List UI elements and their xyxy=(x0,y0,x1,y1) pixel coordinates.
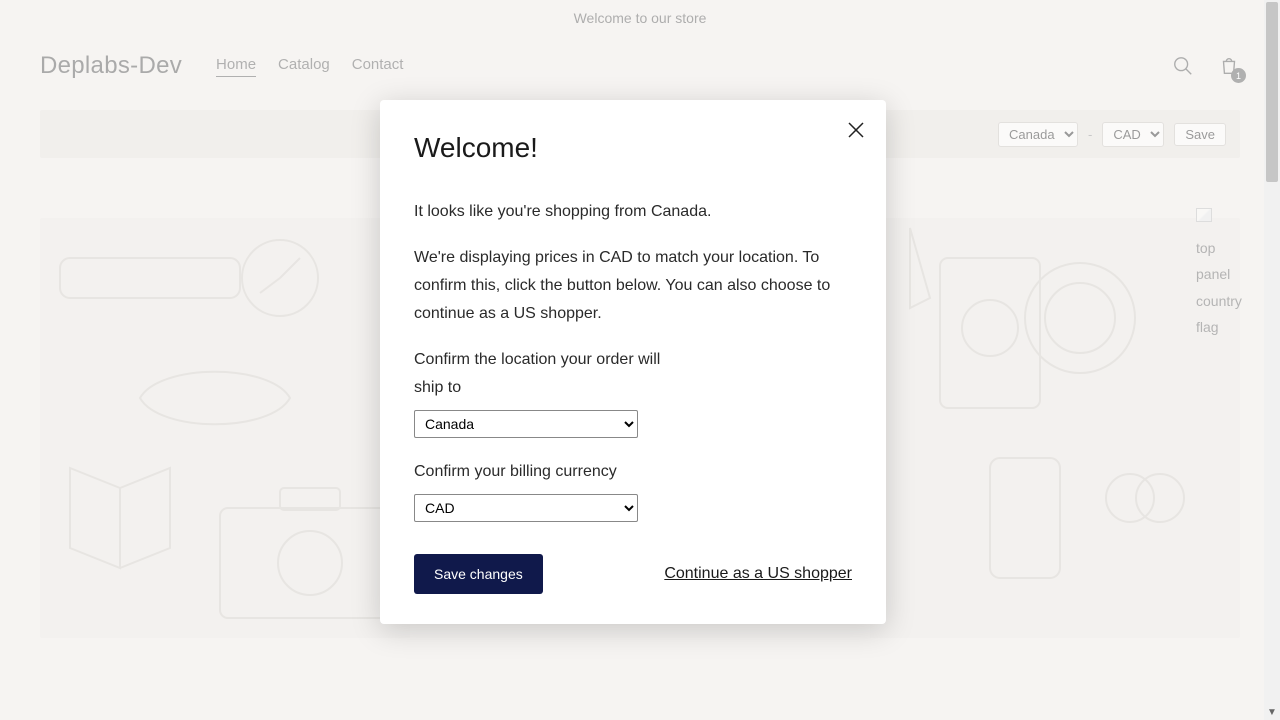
separator: - xyxy=(1088,127,1092,142)
scroll-down-arrow-icon[interactable]: ▼ xyxy=(1264,704,1280,720)
vertical-scrollbar[interactable]: ▲ ▼ xyxy=(1264,0,1280,720)
modal-title: Welcome! xyxy=(414,132,852,164)
close-icon[interactable] xyxy=(844,118,868,142)
ship-to-select[interactable]: Canada xyxy=(414,410,638,438)
top-panel-save-button[interactable]: Save xyxy=(1174,123,1226,146)
cart-icon[interactable]: 1 xyxy=(1218,55,1240,77)
nav-catalog[interactable]: Catalog xyxy=(278,56,330,77)
welcome-modal: Welcome! It looks like you're shopping f… xyxy=(380,100,886,624)
nav-contact[interactable]: Contact xyxy=(352,56,404,77)
top-panel-country-select[interactable]: Canada xyxy=(998,122,1078,147)
nav-home[interactable]: Home xyxy=(216,56,256,77)
site-brand[interactable]: Deplabs-Dev xyxy=(40,52,182,80)
announcement-bar: Welcome to our store xyxy=(0,0,1280,34)
currency-select[interactable]: CAD xyxy=(414,494,638,522)
save-changes-button[interactable]: Save changes xyxy=(414,554,543,594)
main-nav: Home Catalog Contact xyxy=(216,56,403,77)
continue-us-link[interactable]: Continue as a US shopper xyxy=(664,565,852,583)
ship-to-label: Confirm the location your order will shi… xyxy=(414,346,674,402)
top-panel-currency-select[interactable]: CAD xyxy=(1102,122,1164,147)
search-icon[interactable] xyxy=(1172,55,1194,77)
broken-image-icon xyxy=(1196,208,1212,222)
modal-body-2: We're displaying prices in CAD to match … xyxy=(414,244,852,328)
cart-count-badge: 1 xyxy=(1231,68,1246,83)
broken-flag-image-alt: top panel country flag xyxy=(1196,208,1252,341)
site-header: Deplabs-Dev Home Catalog Contact 1 xyxy=(0,34,1280,110)
scrollbar-thumb[interactable] xyxy=(1266,2,1278,182)
currency-label: Confirm your billing currency xyxy=(414,458,674,486)
modal-body-1: It looks like you're shopping from Canad… xyxy=(414,198,852,226)
